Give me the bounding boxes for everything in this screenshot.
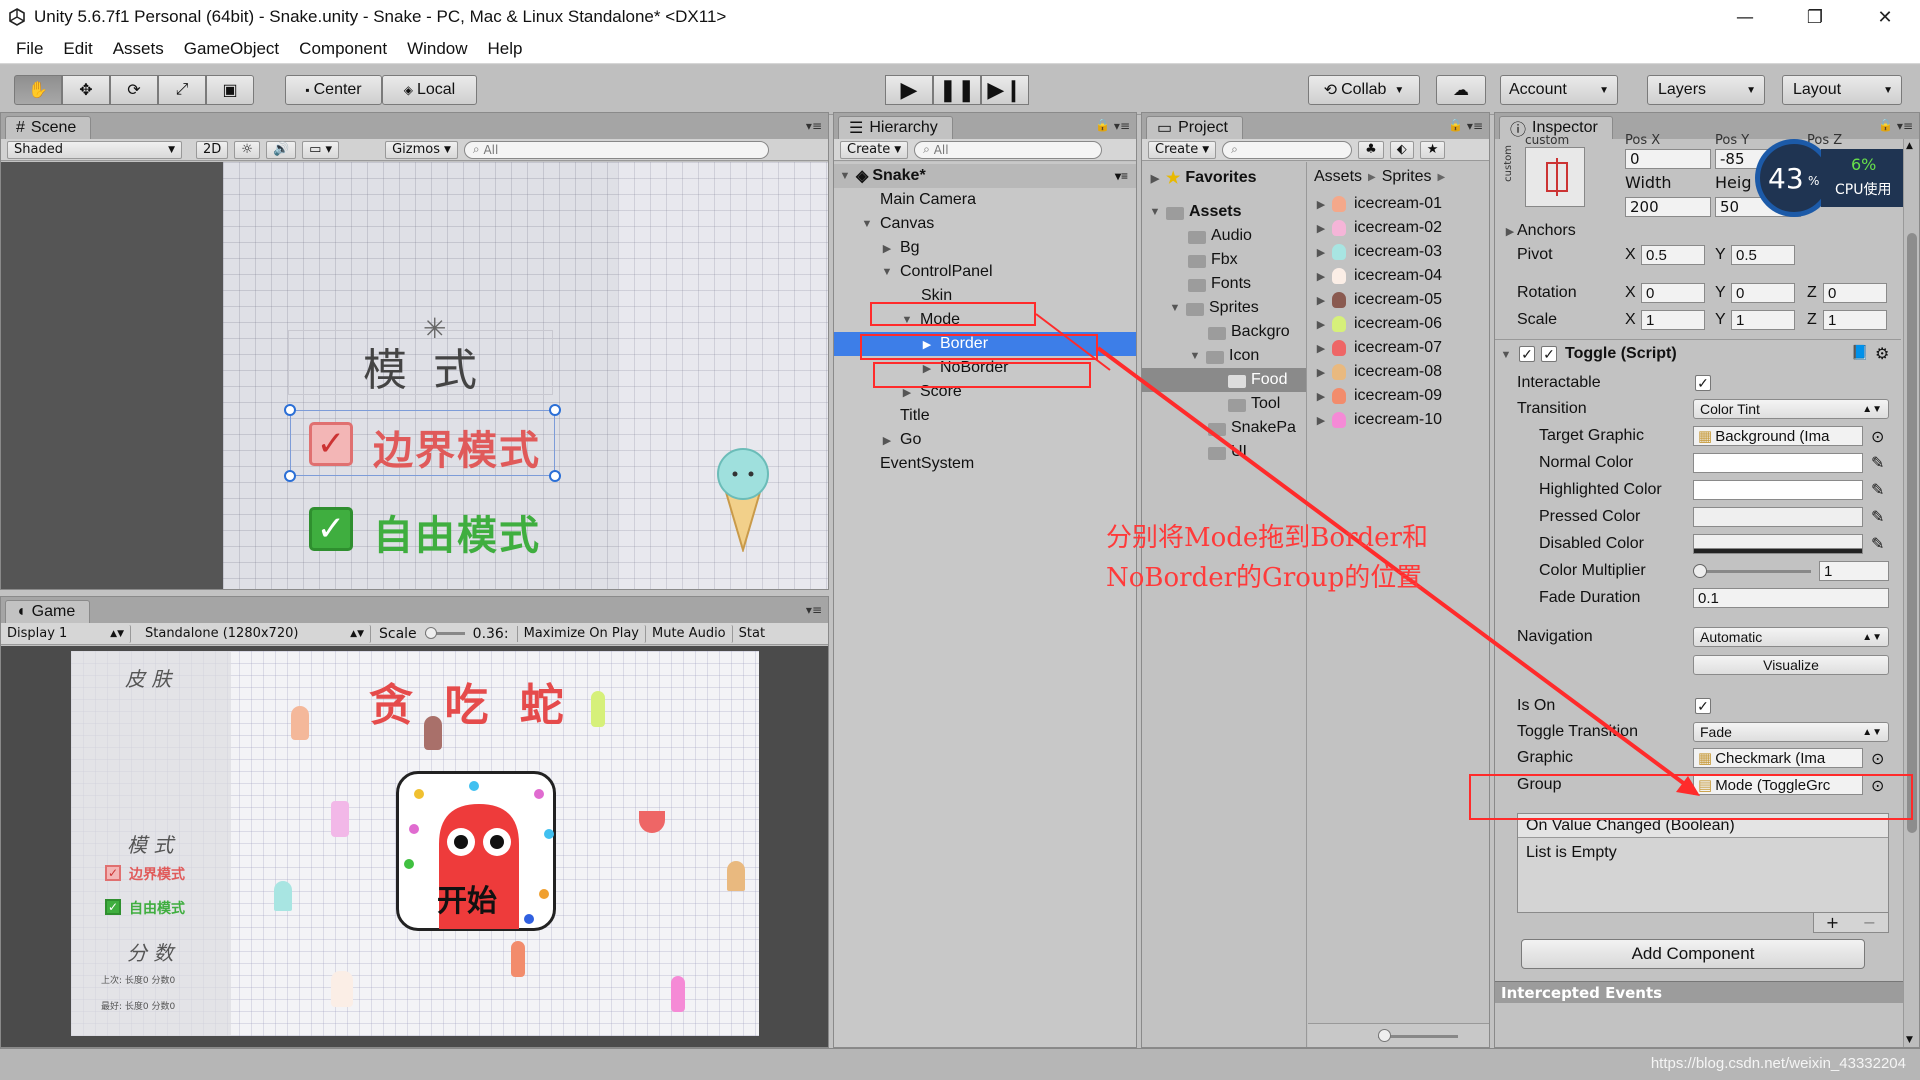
annotation-arrow-icon: [1035, 313, 1700, 796]
annotation-text-line2: NoBorder的Group的位置: [1106, 563, 1423, 593]
annotation-text-line1: 分别将Mode拖到Border和: [1106, 523, 1428, 553]
